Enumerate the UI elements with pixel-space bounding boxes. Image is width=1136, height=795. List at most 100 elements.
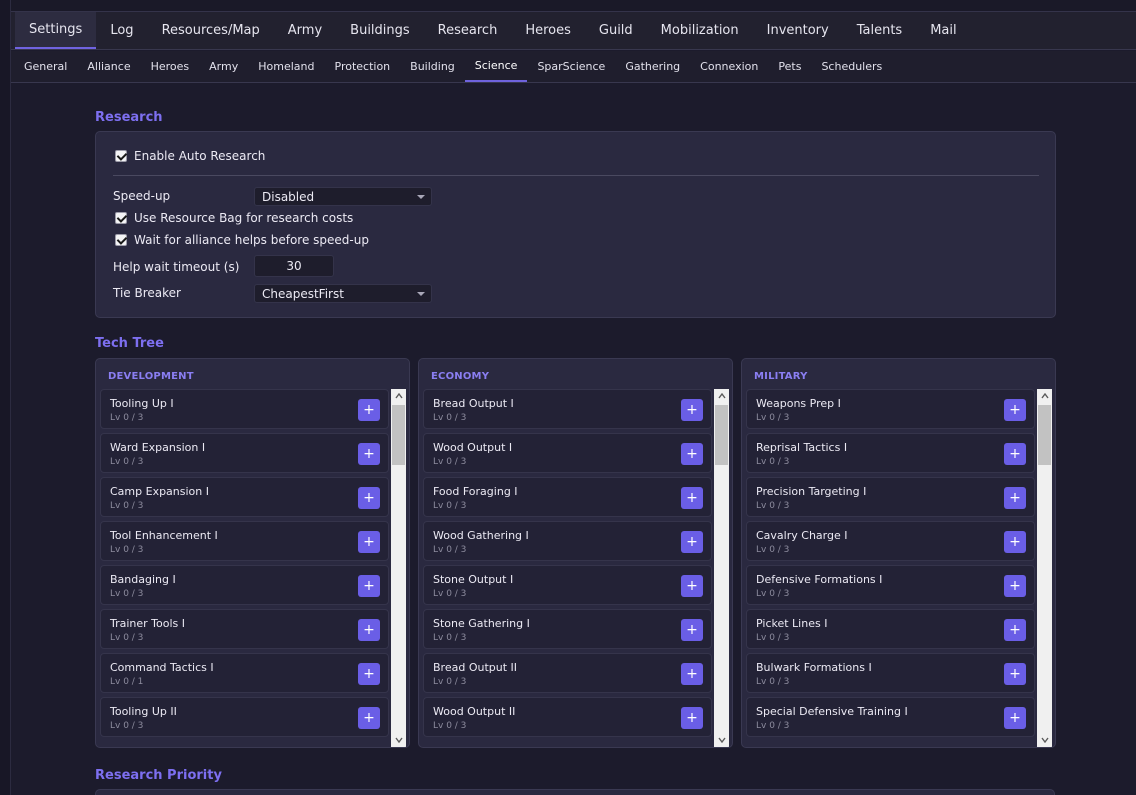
tie-breaker-select[interactable]: CheapestFirst [254,284,432,303]
tech-name: Bandaging I [110,573,176,586]
add-tech-button[interactable]: + [1004,619,1026,641]
tech-column-header: MILITARY [754,371,808,382]
sub-tab-pets[interactable]: Pets [768,51,811,82]
tech-name: Special Defensive Training I [756,705,908,718]
use-resource-bag-toggle[interactable]: Use Resource Bag for research costs [115,211,353,225]
tech-item: Wood Output I Lv 0 / 3 + [423,433,712,473]
sub-tab-gathering[interactable]: Gathering [615,51,690,82]
wait-alliance-helps-checkbox[interactable] [115,234,127,246]
speed-up-value: Disabled [262,189,315,204]
main-tab-mail[interactable]: Mail [916,12,970,49]
top-strip [11,0,1136,12]
tech-list: Bread Output I Lv 0 / 3 + Wood Output I Lv 0… [423,389,712,747]
sub-tab-schedulers[interactable]: Schedulers [811,51,892,82]
tech-level: Lv 0 / 3 [110,413,144,423]
add-tech-button[interactable]: + [358,663,380,685]
enable-auto-research-toggle[interactable]: Enable Auto Research [115,149,265,163]
tech-tree-section-title: Tech Tree [95,336,164,351]
sub-tab-general[interactable]: General [14,51,77,82]
main-tab-heroes[interactable]: Heroes [511,12,585,49]
scroll-thumb[interactable] [715,405,728,465]
add-tech-button[interactable]: + [681,443,703,465]
scroll-down-arrow-icon[interactable] [391,733,406,747]
add-tech-button[interactable]: + [1004,487,1026,509]
add-tech-button[interactable]: + [681,663,703,685]
help-wait-timeout-input[interactable]: 30 [254,255,334,277]
scroll-up-arrow-icon[interactable] [1037,389,1052,403]
add-tech-button[interactable]: + [1004,707,1026,729]
sub-tab-heroes[interactable]: Heroes [141,51,200,82]
tech-list-scrollbar[interactable] [714,389,729,747]
main-tab-talents[interactable]: Talents [843,12,916,49]
main-tab-army[interactable]: Army [274,12,336,49]
tech-level: Lv 0 / 3 [433,545,467,555]
add-tech-button[interactable]: + [1004,663,1026,685]
tech-name: Tool Enhancement I [110,529,218,542]
add-tech-button[interactable]: + [358,707,380,729]
add-tech-button[interactable]: + [1004,531,1026,553]
tech-item: Wood Gathering I Lv 0 / 3 + [423,521,712,561]
speed-up-select[interactable]: Disabled [254,187,432,206]
add-tech-button[interactable]: + [681,707,703,729]
sub-tab-building[interactable]: Building [400,51,465,82]
tech-item: Bandaging I Lv 0 / 3 + [100,565,389,605]
tech-name: Command Tactics I [110,661,214,674]
scroll-down-arrow-icon[interactable] [1037,733,1052,747]
tech-item: Command Tactics I Lv 0 / 1 + [100,653,389,693]
tech-item: Special Defensive Training I Lv 0 / 3 + [746,697,1035,737]
tech-item: Trainer Tools I Lv 0 / 3 + [100,609,389,649]
main-tab-research[interactable]: Research [424,12,512,49]
sub-tab-sparscience[interactable]: SparScience [527,51,615,82]
tech-item: Tooling Up II Lv 0 / 3 + [100,697,389,737]
main-tab-settings[interactable]: Settings [15,12,97,49]
tech-name: Picket Lines I [756,617,828,630]
main-tab-inventory[interactable]: Inventory [753,12,843,49]
add-tech-button[interactable]: + [358,399,380,421]
add-tech-button[interactable]: + [681,531,703,553]
main-tab-mobilization[interactable]: Mobilization [647,12,753,49]
main-tab-resources-map[interactable]: Resources/Map [148,12,274,49]
main-tab-log[interactable]: Log [96,12,147,49]
scroll-up-arrow-icon[interactable] [391,389,406,403]
scroll-thumb[interactable] [1038,405,1051,465]
sub-tab-homeland[interactable]: Homeland [248,51,324,82]
main-tab-buildings[interactable]: Buildings [336,12,424,49]
add-tech-button[interactable]: + [681,575,703,597]
add-tech-button[interactable]: + [358,443,380,465]
add-tech-button[interactable]: + [1004,575,1026,597]
tech-item: Wood Output II Lv 0 / 3 + [423,697,712,737]
sub-tab-science[interactable]: Science [464,51,528,82]
tech-name: Tooling Up II [110,705,177,718]
add-tech-button[interactable]: + [681,399,703,421]
scroll-down-arrow-icon[interactable] [714,733,729,747]
tech-item: Ward Expansion I Lv 0 / 3 + [100,433,389,473]
add-tech-button[interactable]: + [358,487,380,509]
main-tab-guild[interactable]: Guild [585,12,647,49]
sub-tab-army[interactable]: Army [199,51,248,82]
tech-level: Lv 0 / 3 [433,413,467,423]
tech-name: Defensive Formations I [756,573,883,586]
add-tech-button[interactable]: + [681,619,703,641]
scroll-up-arrow-icon[interactable] [714,389,729,403]
add-tech-button[interactable]: + [358,531,380,553]
add-tech-button[interactable]: + [358,619,380,641]
research-settings-panel: Enable Auto Research Speed-up Disabled U… [95,131,1056,318]
tech-list-scrollbar[interactable] [1037,389,1052,747]
chevron-down-icon [417,195,425,199]
tech-name: Wood Output I [433,441,513,454]
scroll-thumb[interactable] [392,405,405,465]
tech-name: Camp Expansion I [110,485,209,498]
tech-level: Lv 0 / 3 [433,501,467,511]
add-tech-button[interactable]: + [1004,399,1026,421]
sub-tab-protection[interactable]: Protection [325,51,401,82]
add-tech-button[interactable]: + [1004,443,1026,465]
tech-list-scrollbar[interactable] [391,389,406,747]
add-tech-button[interactable]: + [681,487,703,509]
use-resource-bag-checkbox[interactable] [115,212,127,224]
add-tech-button[interactable]: + [358,575,380,597]
sub-tab-connexion[interactable]: Connexion [690,51,768,82]
tech-item: Bread Output II Lv 0 / 3 + [423,653,712,693]
enable-auto-research-checkbox[interactable] [115,150,127,162]
sub-tab-alliance[interactable]: Alliance [77,51,140,82]
wait-alliance-helps-toggle[interactable]: Wait for alliance helps before speed-up [115,233,369,247]
